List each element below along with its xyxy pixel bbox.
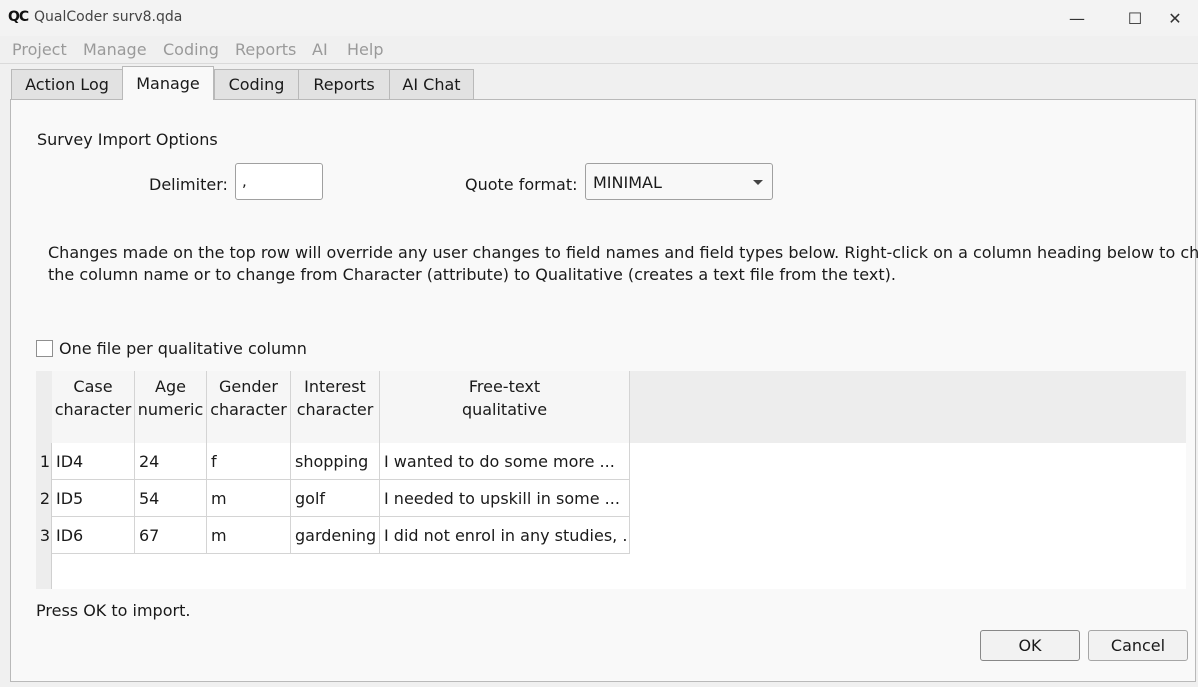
quote-format-select[interactable]: MINIMAL bbox=[585, 163, 773, 200]
delimiter-label: Delimiter: bbox=[149, 175, 228, 194]
tab-manage[interactable]: Manage bbox=[122, 66, 214, 100]
table-cell[interactable]: 67 bbox=[135, 517, 207, 554]
info-text-line1: Changes made on the top row will overrid… bbox=[48, 243, 1198, 262]
info-text-line2: the column name or to change from Charac… bbox=[48, 265, 896, 284]
tab-ai-chat[interactable]: AI Chat bbox=[389, 69, 474, 99]
table-cell[interactable]: I needed to upskill in some ... bbox=[380, 480, 630, 517]
minimize-button[interactable]: — bbox=[1054, 3, 1100, 33]
table-cell[interactable]: I did not enrol in any studies, ... bbox=[380, 517, 630, 554]
table-cell[interactable]: ID6 bbox=[52, 517, 135, 554]
table-cell[interactable]: 54 bbox=[135, 480, 207, 517]
checkbox-label: One file per qualitative column bbox=[59, 339, 307, 358]
one-file-per-column-checkbox[interactable] bbox=[36, 340, 53, 357]
quote-format-label: Quote format: bbox=[465, 175, 578, 194]
menu-project[interactable]: Project bbox=[12, 40, 67, 59]
window-title: QualCoder surv8.qda bbox=[34, 9, 183, 25]
maximize-icon: ☐ bbox=[1127, 8, 1143, 28]
survey-table: Case character Age numeric Gender character… bbox=[36, 371, 1186, 589]
row-header[interactable]: 1 bbox=[36, 443, 52, 480]
close-icon: ✕ bbox=[1168, 8, 1182, 28]
tab-bar: Action Log Manage Coding Reports AI Chat bbox=[0, 64, 1198, 100]
title-bar: QC QualCoder surv8.qda — ☐ ✕ bbox=[0, 0, 1198, 36]
ok-button[interactable]: OK bbox=[980, 630, 1080, 661]
menu-bar: Project Manage Coding Reports AI Help bbox=[0, 36, 1198, 64]
menu-reports[interactable]: Reports bbox=[235, 40, 296, 59]
delimiter-input[interactable]: , bbox=[235, 163, 323, 200]
table-cell[interactable]: gardening bbox=[291, 517, 380, 554]
row-header[interactable]: 3 bbox=[36, 517, 52, 554]
table-cell[interactable]: ID5 bbox=[52, 480, 135, 517]
quote-format-value: MINIMAL bbox=[593, 173, 662, 192]
qualcoder-logo-icon: QC bbox=[8, 9, 29, 25]
table-cell[interactable]: shopping bbox=[291, 443, 380, 480]
tab-action-log[interactable]: Action Log bbox=[11, 69, 123, 99]
row-header[interactable]: 2 bbox=[36, 480, 52, 517]
menu-manage[interactable]: Manage bbox=[83, 40, 147, 59]
menu-ai[interactable]: AI bbox=[312, 40, 328, 59]
tab-reports[interactable]: Reports bbox=[298, 69, 390, 99]
minimize-icon: — bbox=[1069, 8, 1085, 28]
table-cell[interactable]: 24 bbox=[135, 443, 207, 480]
table-cell[interactable]: I wanted to do some more ... bbox=[380, 443, 630, 480]
chevron-down-icon bbox=[753, 180, 763, 185]
menu-coding[interactable]: Coding bbox=[163, 40, 219, 59]
table-cell[interactable]: ID4 bbox=[52, 443, 135, 480]
tab-coding[interactable]: Coding bbox=[214, 69, 299, 99]
column-header-case[interactable]: Case character bbox=[52, 371, 135, 443]
close-button[interactable]: ✕ bbox=[1152, 3, 1198, 33]
column-header-age[interactable]: Age numeric bbox=[135, 371, 207, 443]
column-header-free-text[interactable]: Free-text qualitative bbox=[380, 371, 630, 443]
table-cell[interactable]: m bbox=[207, 517, 291, 554]
table-cell[interactable]: f bbox=[207, 443, 291, 480]
column-header-gender[interactable]: Gender character bbox=[207, 371, 291, 443]
table-cell[interactable]: golf bbox=[291, 480, 380, 517]
footer-text: Press OK to import. bbox=[36, 601, 191, 620]
menu-help[interactable]: Help bbox=[347, 40, 383, 59]
column-header-interest[interactable]: Interest character bbox=[291, 371, 380, 443]
table-cell[interactable]: m bbox=[207, 480, 291, 517]
cancel-button[interactable]: Cancel bbox=[1088, 630, 1188, 661]
section-heading: Survey Import Options bbox=[37, 130, 218, 149]
